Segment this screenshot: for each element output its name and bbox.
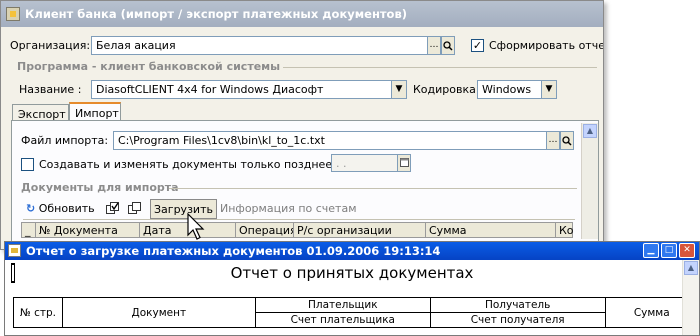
col-payer-header: Плательщик <box>254 297 431 313</box>
vertical-scrollbar[interactable]: ▲ <box>581 123 598 239</box>
report-table: № стр. Документ Плательщик Получатель Су… <box>13 297 699 328</box>
col-doc-header: Документ <box>61 297 256 328</box>
scroll-up-icon[interactable]: ▲ <box>583 124 597 138</box>
form-report-label: Сформировать отчет <box>489 39 604 52</box>
title-bar[interactable]: Клиент банка (импорт / экспорт платежных… <box>1 1 603 27</box>
form-report-checkbox[interactable]: ✓ <box>471 39 484 52</box>
documents-grid-header: _ № Документа Дата Операция Р/с организа… <box>21 222 574 238</box>
window-title: Клиент банка (импорт / экспорт платежных… <box>25 7 407 21</box>
report-window-title: Отчет о загрузке платежных документов 01… <box>26 244 441 258</box>
close-icon[interactable]: ✕ <box>679 243 695 258</box>
organization-input[interactable]: Белая акация <box>91 36 428 55</box>
import-file-label: Файл импорта: <box>21 134 109 147</box>
mouse-cursor-icon <box>187 213 205 240</box>
maximize-icon[interactable]: □ <box>661 243 677 258</box>
col-payer-account-header: Счет плательщика <box>254 312 431 328</box>
create-change-checkbox[interactable] <box>21 158 34 171</box>
account-info-button[interactable]: Информация по счетам <box>217 199 360 219</box>
app-icon <box>6 7 20 21</box>
organization-label: Организация: <box>10 39 91 52</box>
docs-section-title: Документы для импорта <box>21 181 179 194</box>
grid-col-operation[interactable]: Операция <box>236 223 294 237</box>
refresh-icon: ↻ <box>26 202 36 215</box>
dropdown-arrow-icon[interactable]: ▼ <box>541 80 557 99</box>
program-section-title: Программа - клиент банковской системы <box>17 60 281 73</box>
report-vertical-scrollbar[interactable]: ▲ <box>682 260 699 335</box>
check-all-icon[interactable] <box>103 199 123 219</box>
report-title-bar[interactable]: Отчет о загрузке платежных документов 01… <box>5 242 699 260</box>
program-name-select[interactable]: DiasoftCLIENT 4x4 for Windows Диасофт <box>91 80 405 99</box>
report-app-icon <box>8 244 21 257</box>
load-button[interactable]: Загрузить <box>150 199 217 219</box>
section-divider <box>283 67 597 68</box>
encoding-label: Кодировка: <box>413 83 480 96</box>
scroll-up-icon[interactable]: ▲ <box>684 261 698 275</box>
search-icon[interactable] <box>560 131 574 150</box>
name-label: Название : <box>19 83 82 96</box>
section-divider <box>169 188 577 189</box>
select-ellipsis-icon[interactable]: … <box>546 131 560 150</box>
grid-col-account[interactable]: Р/с организации <box>294 223 426 237</box>
uncheck-all-icon[interactable] <box>125 199 145 219</box>
create-change-label: Создавать и изменять документы только по… <box>39 158 369 171</box>
search-icon[interactable] <box>441 36 455 55</box>
select-ellipsis-icon[interactable]: … <box>427 36 441 55</box>
dropdown-arrow-icon[interactable]: ▼ <box>391 80 407 99</box>
grid-col-sum[interactable]: Сумма <box>426 223 556 237</box>
report-window: Отчет о загрузке платежных документов 01… <box>4 241 700 336</box>
refresh-label: Обновить <box>38 202 95 215</box>
grid-col-counterparty[interactable]: Кон <box>556 223 574 237</box>
refresh-button[interactable]: ↻ Обновить <box>23 199 98 219</box>
minimize-icon[interactable]: ▁ <box>643 243 659 258</box>
tab-import[interactable]: Импорт <box>69 102 121 122</box>
report-heading: Отчет о принятых документах <box>230 264 474 282</box>
toolbar-divider <box>23 219 575 220</box>
bank-client-window: Клиент банка (импорт / экспорт платежных… <box>0 0 604 250</box>
col-receiver-account-header: Счет получателя <box>429 312 606 328</box>
import-file-input[interactable]: C:\Program Files\1cv8\bin\kl_to_1c.txt <box>113 131 547 150</box>
col-num-header: № стр. <box>13 297 63 328</box>
calendar-icon[interactable] <box>397 154 411 172</box>
grid-col-check[interactable]: _ <box>22 223 36 237</box>
grid-col-doc-number[interactable]: № Документа <box>36 223 140 237</box>
col-receiver-header: Получатель <box>429 297 606 313</box>
